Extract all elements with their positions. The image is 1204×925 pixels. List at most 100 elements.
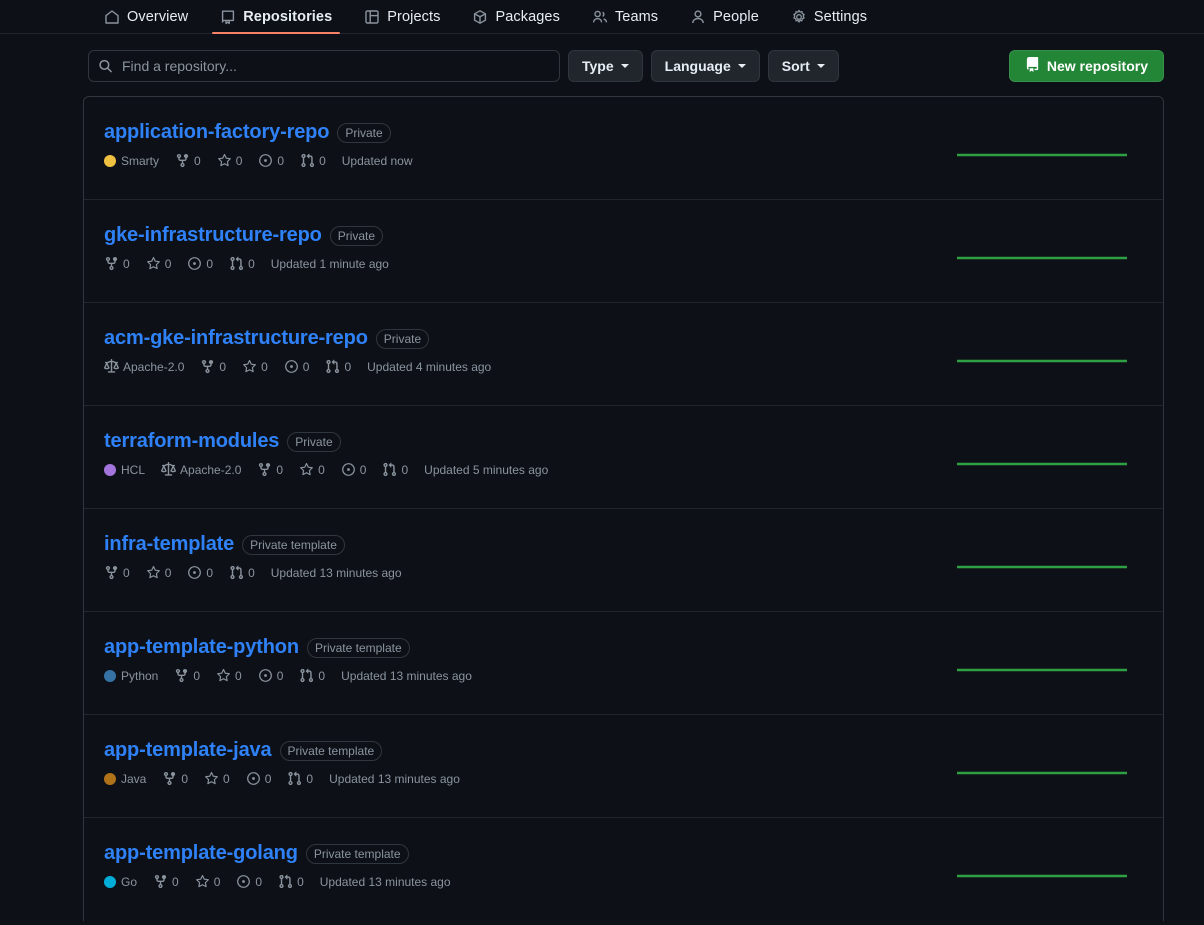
license-label: Apache-2.0 <box>123 359 185 374</box>
star-meta[interactable]: 0 <box>146 256 171 271</box>
sort-filter-button[interactable]: Sort <box>767 50 839 82</box>
language-meta[interactable]: HCL <box>104 463 145 477</box>
repository-meta: Python 0 0 0 0 Updated 13 minutes ago <box>104 668 957 683</box>
issue-meta[interactable]: 0 <box>187 256 213 271</box>
star-meta[interactable]: 0 <box>217 153 243 168</box>
new-repository-button[interactable]: New repository <box>1008 50 1164 82</box>
repository-main: terraform-modules Private HCL Apache-2.0 0 0 0… <box>104 430 957 477</box>
fork-count: 0 <box>219 359 227 374</box>
fork-meta[interactable]: 0 <box>104 256 130 271</box>
issue-meta[interactable]: 0 <box>187 565 213 580</box>
issue-icon <box>284 359 299 374</box>
star-icon <box>195 874 210 889</box>
fork-count: 0 <box>123 565 130 580</box>
language-meta[interactable]: Java <box>104 772 146 786</box>
fork-meta[interactable]: 0 <box>153 874 179 889</box>
issue-meta[interactable]: 0 <box>246 771 272 786</box>
repository-name-link[interactable]: app-template-python <box>104 636 299 659</box>
visibility-badge: Private template <box>279 740 383 761</box>
star-count: 0 <box>235 153 243 168</box>
pull-request-meta[interactable]: 0 <box>278 874 304 889</box>
repository-main: application-factory-repo Private Smarty 0 0 0… <box>104 121 957 168</box>
repository-title-line: acm-gke-infrastructure-repo Private <box>104 327 957 350</box>
issue-icon <box>258 153 273 168</box>
fork-icon <box>200 359 215 374</box>
repository-main: app-template-python Private template Pytho… <box>104 636 957 683</box>
star-count: 0 <box>213 874 221 889</box>
issue-meta[interactable]: 0 <box>258 153 284 168</box>
issue-meta[interactable]: 0 <box>284 359 310 374</box>
pull-request-meta[interactable]: 0 <box>299 668 325 683</box>
pull-request-meta[interactable]: 0 <box>382 462 408 477</box>
star-meta[interactable]: 0 <box>299 462 325 477</box>
license-meta[interactable]: Apache-2.0 <box>161 462 241 477</box>
pull-request-meta[interactable]: 0 <box>229 256 255 271</box>
new-repository-label: New repository <box>1046 58 1148 74</box>
star-meta[interactable]: 0 <box>242 359 268 374</box>
repository-name-link[interactable]: terraform-modules <box>104 430 279 453</box>
fork-count: 0 <box>181 771 189 786</box>
repository-main: infra-template Private template 0 0 0 0 Update… <box>104 533 957 580</box>
nav-item-packages[interactable]: Packages <box>456 0 575 34</box>
nav-item-teams[interactable]: Teams <box>576 0 674 34</box>
repository-name-link[interactable]: gke-infrastructure-repo <box>104 224 322 247</box>
activity-sparkline <box>957 636 1127 674</box>
star-meta[interactable]: 0 <box>216 668 242 683</box>
language-meta[interactable]: Go <box>104 875 137 889</box>
repository-row: application-factory-repo Private Smarty 0 0 0… <box>84 97 1163 200</box>
nav-item-people[interactable]: People <box>674 0 775 34</box>
nav-item-label: Packages <box>495 9 560 25</box>
repository-name-link[interactable]: app-template-golang <box>104 842 298 865</box>
issue-count: 0 <box>264 771 272 786</box>
fork-meta[interactable]: 0 <box>200 359 226 374</box>
search-input[interactable] <box>88 50 560 82</box>
fork-icon <box>175 153 190 168</box>
fork-count: 0 <box>193 668 201 683</box>
repository-name-link[interactable]: app-template-java <box>104 739 272 762</box>
pull-request-meta[interactable]: 0 <box>287 771 313 786</box>
star-icon <box>217 153 232 168</box>
pull-request-meta[interactable]: 0 <box>325 359 351 374</box>
star-meta[interactable]: 0 <box>195 874 221 889</box>
repository-name-link[interactable]: acm-gke-infrastructure-repo <box>104 327 368 350</box>
issue-count: 0 <box>302 359 310 374</box>
nav-item-projects[interactable]: Projects <box>348 0 456 34</box>
issue-meta[interactable]: 0 <box>258 668 283 683</box>
license-meta[interactable]: Apache-2.0 <box>104 359 184 374</box>
pull-request-meta[interactable]: 0 <box>229 565 255 580</box>
pull-request-count: 0 <box>318 668 326 683</box>
fork-meta[interactable]: 0 <box>257 462 283 477</box>
issue-meta[interactable]: 0 <box>236 874 262 889</box>
star-icon <box>216 668 231 683</box>
nav-item-overview[interactable]: Overview <box>88 0 204 34</box>
pull-request-meta[interactable]: 0 <box>300 153 326 168</box>
activity-sparkline <box>957 121 1127 159</box>
nav-item-settings[interactable]: Settings <box>775 0 883 34</box>
fork-meta[interactable]: 0 <box>174 668 200 683</box>
pull-request-count: 0 <box>248 256 255 271</box>
nav-item-label: Projects <box>387 9 441 25</box>
fork-meta[interactable]: 0 <box>162 771 188 786</box>
nav-item-repositories[interactable]: Repositories <box>204 0 348 34</box>
language-meta[interactable]: Python <box>104 669 158 683</box>
fork-meta[interactable]: 0 <box>175 153 201 168</box>
star-meta[interactable]: 0 <box>146 565 171 580</box>
nav-item-label: Repositories <box>243 9 333 25</box>
repository-name-link[interactable]: application-factory-repo <box>104 121 329 144</box>
issue-count: 0 <box>206 256 214 271</box>
repository-title-line: app-template-golang Private template <box>104 842 957 865</box>
issue-meta[interactable]: 0 <box>341 462 366 477</box>
chevron-down-icon <box>620 64 629 68</box>
activity-sparkline <box>957 739 1127 777</box>
language-meta[interactable]: Smarty <box>104 154 159 168</box>
repository-list: application-factory-repo Private Smarty 0 0 0… <box>83 96 1164 921</box>
updated-timestamp: Updated 13 minutes ago <box>319 874 451 889</box>
type-filter-button[interactable]: Type <box>568 50 643 82</box>
star-meta[interactable]: 0 <box>204 771 230 786</box>
repository-name-link[interactable]: infra-template <box>104 533 234 556</box>
pull-request-icon <box>229 565 244 580</box>
repository-meta: Go 0 0 0 0 Updated 13 minutes ago <box>104 874 957 889</box>
language-label: Go <box>121 874 138 889</box>
language-filter-button[interactable]: Language <box>650 50 760 82</box>
fork-meta[interactable]: 0 <box>104 565 130 580</box>
